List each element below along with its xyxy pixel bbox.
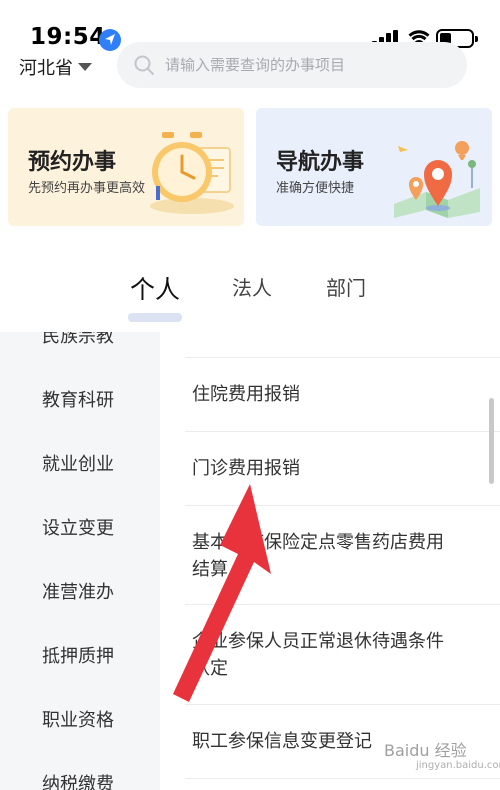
- baidu-watermark-url: jingyan.baidu.com: [416, 760, 500, 771]
- region-label: 河北省: [19, 58, 73, 79]
- scrollbar[interactable]: [489, 398, 494, 484]
- service-title: 门诊费用报销: [192, 458, 300, 479]
- tab-legal-person[interactable]: 法人: [232, 272, 272, 301]
- clock-calendar-illustration-icon: [150, 132, 234, 214]
- card-title: 预约办事: [28, 150, 117, 175]
- map-pin-illustration-icon: [394, 141, 480, 218]
- baidu-watermark: Baidu 经验: [384, 741, 467, 760]
- category-sidebar[interactable]: 民族宗教 教育科研 就业创业 设立变更 准营准办 抵押质押 职业资格 纳税缴费: [0, 332, 160, 790]
- service-list: 住院费用报销 门诊费用报销 基本医疗保险定点零售药店费用 结算 企业参保人员正常…: [185, 332, 500, 790]
- sidebar-item-education-research[interactable]: 教育科研: [42, 386, 114, 412]
- list-divider: [185, 778, 500, 790]
- list-item[interactable]: 基本医疗保险定点零售药店费用 结算: [185, 505, 500, 604]
- list-item[interactable]: 门诊费用报销: [185, 431, 500, 505]
- status-time: 19:54: [30, 24, 106, 50]
- region-selector[interactable]: 河北省: [19, 54, 92, 80]
- service-title: 基本医疗保险定点零售药店费用: [192, 532, 444, 553]
- search-bar[interactable]: [117, 42, 467, 88]
- card-subtitle: 先预约再办事更高效: [28, 181, 146, 196]
- list-item[interactable]: 住院费用报销: [185, 357, 500, 431]
- sidebar-item-business-permit[interactable]: 准营准办: [42, 578, 114, 604]
- card-subtitle: 准确方便快捷: [276, 181, 355, 196]
- chevron-down-icon: [78, 63, 92, 71]
- service-title: 住院费用报销: [192, 384, 300, 405]
- service-title: 企业参保人员正常退休待遇条件: [192, 631, 444, 652]
- list-item[interactable]: 企业参保人员正常退休待遇条件 认定: [185, 604, 500, 704]
- navigation-card[interactable]: 导航办事 准确方便快捷: [256, 108, 492, 226]
- service-title-line2: 结算: [192, 559, 228, 580]
- sidebar-item-mortgage-pledge[interactable]: 抵押质押: [42, 642, 114, 668]
- sidebar-item-tax-payment[interactable]: 纳税缴费: [42, 770, 114, 790]
- sidebar-item-employment[interactable]: 就业创业: [42, 450, 114, 476]
- service-title-line2: 认定: [192, 658, 228, 679]
- search-input[interactable]: [165, 56, 445, 74]
- active-tab-indicator: [128, 313, 182, 322]
- sidebar-item-professional-qualification[interactable]: 职业资格: [42, 706, 114, 732]
- category-tabs: 个人 法人 部门: [0, 262, 500, 322]
- sidebar-item-establishment-change[interactable]: 设立变更: [42, 514, 114, 540]
- tab-department[interactable]: 部门: [326, 272, 366, 301]
- appointment-card[interactable]: 预约办事 先预约再办事更高效: [8, 108, 244, 226]
- sidebar-item-ethnic-religion[interactable]: 民族宗教: [42, 332, 114, 348]
- location-icon: [99, 29, 121, 51]
- search-icon: [133, 54, 155, 76]
- card-title: 导航办事: [276, 150, 365, 175]
- tab-personal[interactable]: 个人: [130, 270, 180, 306]
